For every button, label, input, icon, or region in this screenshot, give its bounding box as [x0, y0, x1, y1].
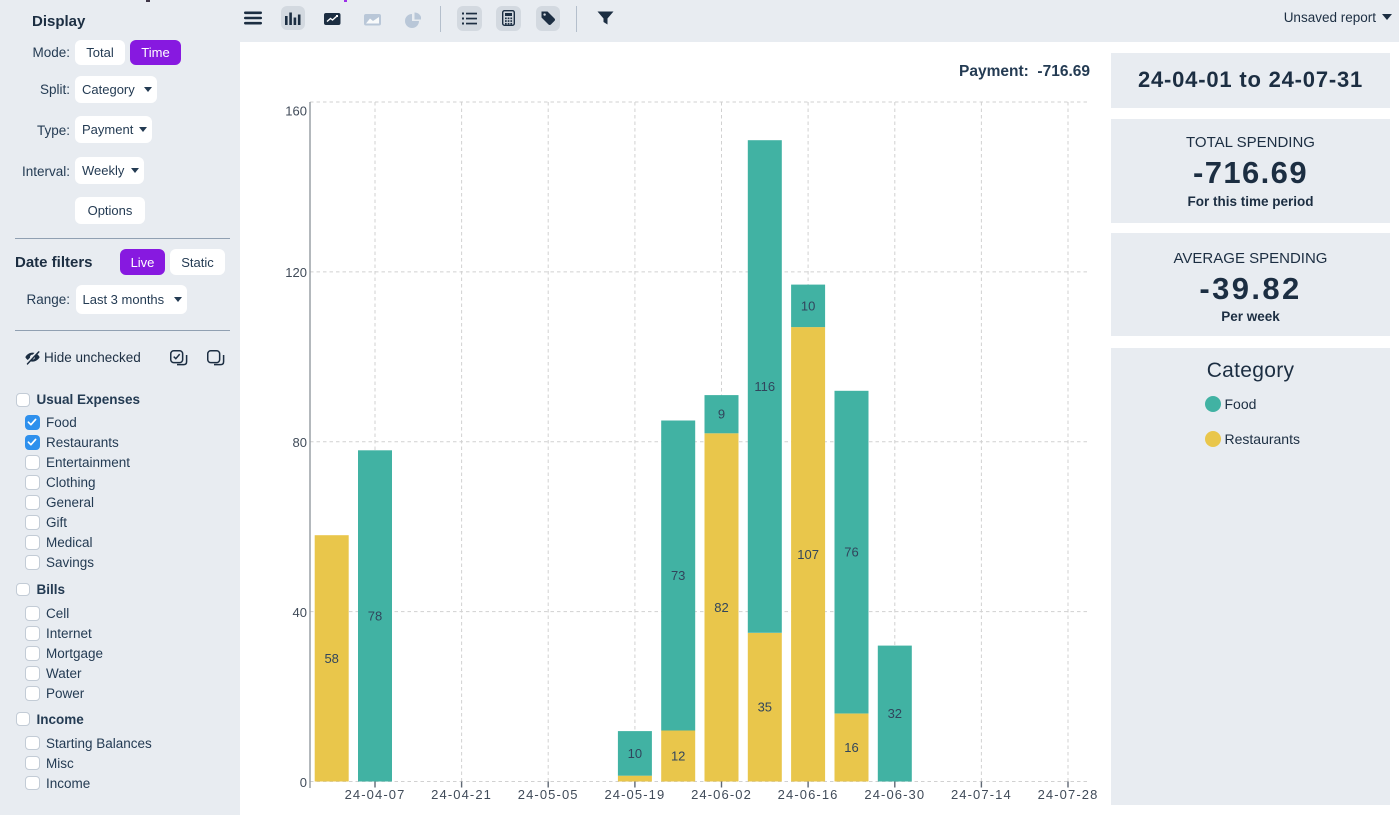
svg-text:80: 80: [293, 435, 307, 450]
svg-text:24-06-02: 24-06-02: [691, 787, 752, 802]
svg-text:40: 40: [293, 605, 307, 620]
svg-text:24-04-07: 24-04-07: [345, 787, 406, 802]
svg-text:32: 32: [888, 706, 902, 721]
svg-text:107: 107: [797, 547, 819, 562]
svg-text:24-06-16: 24-06-16: [778, 787, 839, 802]
svg-text:24-07-14: 24-07-14: [951, 787, 1012, 802]
svg-text:76: 76: [844, 545, 858, 560]
svg-text:35: 35: [758, 700, 772, 715]
svg-text:9: 9: [718, 407, 725, 422]
svg-text:10: 10: [801, 298, 815, 313]
svg-text:10: 10: [628, 746, 642, 761]
svg-text:116: 116: [754, 379, 775, 394]
svg-text:73: 73: [671, 568, 685, 583]
svg-text:78: 78: [368, 608, 382, 623]
svg-text:16: 16: [844, 740, 858, 755]
svg-text:120: 120: [285, 265, 307, 280]
svg-text:24-04-21: 24-04-21: [431, 787, 492, 802]
svg-text:0: 0: [300, 775, 307, 790]
svg-text:24-05-19: 24-05-19: [604, 787, 665, 802]
svg-text:82: 82: [714, 600, 728, 615]
svg-text:24-05-05: 24-05-05: [518, 787, 579, 802]
svg-text:160: 160: [285, 104, 307, 119]
svg-text:24-06-30: 24-06-30: [864, 787, 925, 802]
svg-text:12: 12: [671, 749, 685, 764]
svg-text:58: 58: [324, 651, 338, 666]
svg-text:24-07-28: 24-07-28: [1038, 787, 1099, 802]
